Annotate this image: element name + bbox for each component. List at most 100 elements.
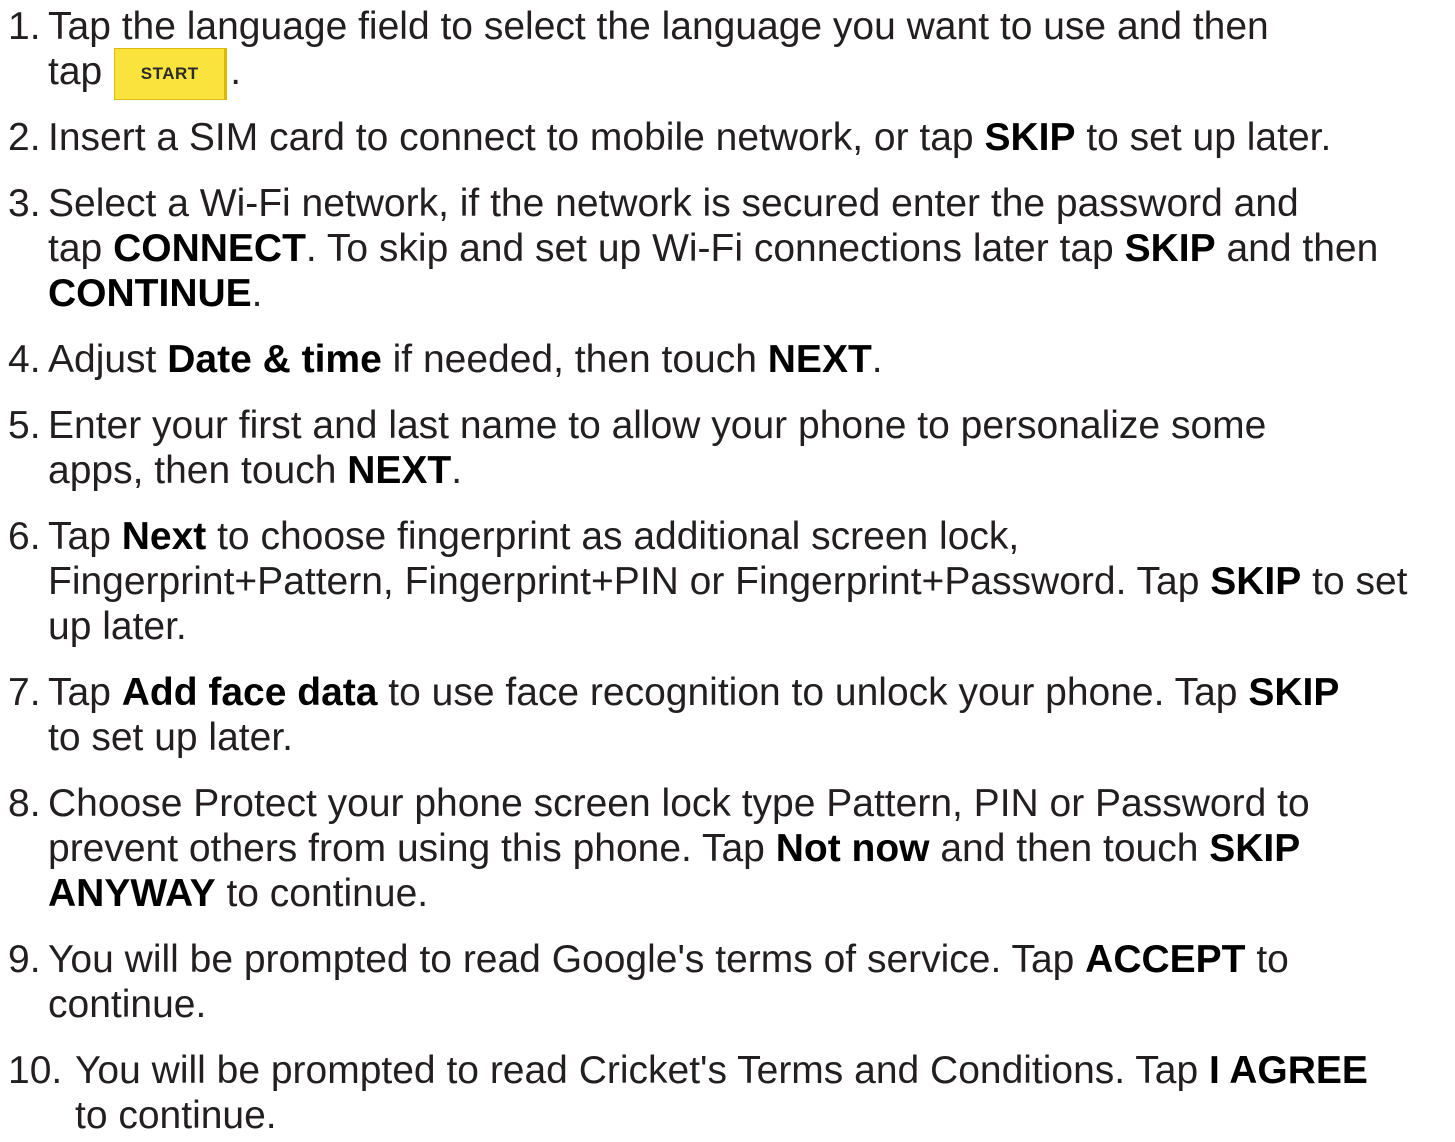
step-text: Tap [48, 515, 122, 558]
step-1: 1. Tap the language field to select the … [0, 4, 1455, 100]
step-text: . [451, 449, 463, 492]
step-number: 9. [8, 938, 41, 981]
step-3: 3. Select a Wi-Fi network, if the networ… [0, 181, 1455, 316]
step-body: Tap Next to choose fingerprint as additi… [48, 514, 1408, 649]
step-text: to set up later. [1075, 116, 1332, 159]
emphasis-text: CONTINUE [48, 272, 252, 315]
step-line: apps, then touch NEXT. [48, 448, 1266, 493]
step-number: 8. [8, 782, 41, 825]
step-text: and then [1215, 227, 1379, 270]
step-line: Insert a SIM card to connect to mobile n… [48, 115, 1331, 160]
step-line: to set up later. [48, 715, 1339, 760]
step-line: Choose Protect your phone screen lock ty… [48, 781, 1310, 826]
step-text: tap [48, 227, 114, 270]
step-line: Adjust Date & time if needed, then touch… [48, 337, 883, 382]
step-text: and then touch [929, 827, 1210, 870]
step-text: Select a Wi-Fi network, if the network i… [48, 182, 1299, 225]
step-4: 4. Adjust Date & time if needed, then to… [0, 337, 1455, 382]
step-body: Insert a SIM card to connect to mobile n… [48, 115, 1331, 160]
emphasis-text: SKIP [1248, 671, 1340, 714]
step-line: You will be prompted to read Cricket's T… [75, 1048, 1368, 1093]
step-text: to choose fingerprint as additional scre… [206, 515, 1020, 558]
step-text: Insert a SIM card to connect to mobile n… [48, 116, 985, 159]
step-text: tap [48, 50, 103, 93]
step-text: . [251, 272, 263, 315]
step-line: Select a Wi-Fi network, if the network i… [48, 181, 1378, 226]
step-number: 2. [8, 116, 41, 159]
step-line: CONTINUE. [48, 271, 1378, 316]
step-number: 3. [8, 182, 41, 225]
step-text: to set up later. [48, 716, 293, 759]
emphasis-text: SKIP [1124, 227, 1216, 270]
step-7: 7. Tap Add face data to use face recogni… [0, 670, 1455, 760]
step-text: to continue. [215, 872, 429, 915]
step-line: up later. [48, 604, 1408, 649]
step-line: continue. [48, 982, 1289, 1027]
step-text: Fingerprint+Pattern, Fingerprint+PIN or … [48, 560, 1211, 603]
emphasis-text: Date & time [167, 338, 382, 381]
emphasis-text: SKIP [1209, 827, 1301, 870]
emphasis-text: I AGREE [1209, 1049, 1368, 1092]
step-line: Fingerprint+Pattern, Fingerprint+PIN or … [48, 559, 1408, 604]
step-text: Choose Protect your phone screen lock ty… [48, 782, 1310, 825]
emphasis-text: CONNECT [113, 227, 306, 270]
emphasis-text: Not now [775, 827, 930, 870]
step-number: 6. [8, 515, 41, 558]
step-number: 10. [8, 1049, 63, 1092]
step-9: 9. You will be prompted to read Google's… [0, 937, 1455, 1027]
step-text: . [871, 338, 883, 381]
step-text: to set [1301, 560, 1408, 603]
step-line: tap START. [48, 47, 1269, 100]
start-button: START [114, 47, 228, 100]
emphasis-text: ANYWAY [48, 872, 216, 915]
step-line: to continue. [75, 1093, 1368, 1138]
emphasis-text: Add face data [121, 671, 378, 714]
emphasis-text: Next [121, 515, 207, 558]
step-text: Enter your first and last name to allow … [48, 404, 1267, 447]
step-line: You will be prompted to read Google's te… [48, 937, 1289, 982]
step-text: up later. [48, 605, 187, 648]
step-text: to use face recognition to unlock your p… [377, 671, 1249, 714]
step-body: Tap the language field to select the lan… [48, 4, 1269, 100]
step-10: 10. You will be prompted to read Cricket… [0, 1048, 1455, 1138]
step-number: 7. [8, 671, 41, 714]
instruction-page: 1. Tap the language field to select the … [0, 0, 1455, 1142]
step-2: 2. Insert a SIM card to connect to mobil… [0, 115, 1455, 160]
step-text: Tap the language field to select the lan… [48, 5, 1269, 48]
step-text: to [1245, 938, 1289, 981]
step-line: Enter your first and last name to allow … [48, 403, 1266, 448]
step-line: tap CONNECT. To skip and set up Wi-Fi co… [48, 226, 1378, 271]
step-body: Adjust Date & time if needed, then touch… [48, 337, 883, 382]
step-body: Select a Wi-Fi network, if the network i… [48, 181, 1378, 316]
step-text: You will be prompted to read Google's te… [48, 938, 1086, 981]
step-8: 8. Choose Protect your phone screen lock… [0, 781, 1455, 916]
step-line: prevent others from using this phone. Ta… [48, 826, 1310, 871]
step-line: ANYWAY to continue. [48, 871, 1310, 916]
emphasis-text: SKIP [984, 116, 1076, 159]
step-text: . [230, 50, 242, 93]
step-text: . To skip and set up Wi-Fi connections l… [305, 227, 1125, 270]
step-text: apps, then touch [48, 449, 348, 492]
step-line: Tap Add face data to use face recognitio… [48, 670, 1339, 715]
step-number: 5. [8, 404, 41, 447]
step-body: Tap Add face data to use face recognitio… [48, 670, 1339, 760]
step-body: You will be prompted to read Cricket's T… [75, 1048, 1368, 1138]
emphasis-text: SKIP [1210, 560, 1302, 603]
setup-steps-list: 1. Tap the language field to select the … [0, 4, 1455, 1138]
step-body: You will be prompted to read Google's te… [48, 937, 1289, 1027]
step-text: to continue. [75, 1094, 277, 1137]
emphasis-text: ACCEPT [1085, 938, 1246, 981]
step-text: prevent others from using this phone. Ta… [48, 827, 776, 870]
step-number: 4. [8, 338, 41, 381]
emphasis-text: NEXT [767, 338, 872, 381]
step-body: Enter your first and last name to allow … [48, 403, 1266, 493]
emphasis-text: NEXT [347, 449, 452, 492]
step-line: Tap Next to choose fingerprint as additi… [48, 514, 1408, 559]
step-text: Adjust [48, 338, 168, 381]
step-text: if needed, then touch [381, 338, 768, 381]
step-5: 5. Enter your first and last name to all… [0, 403, 1455, 493]
step-text: Tap [48, 671, 122, 714]
step-6: 6. Tap Next to choose fingerprint as add… [0, 514, 1455, 649]
step-text: You will be prompted to read Cricket's T… [75, 1049, 1209, 1092]
step-text: continue. [48, 983, 207, 1026]
